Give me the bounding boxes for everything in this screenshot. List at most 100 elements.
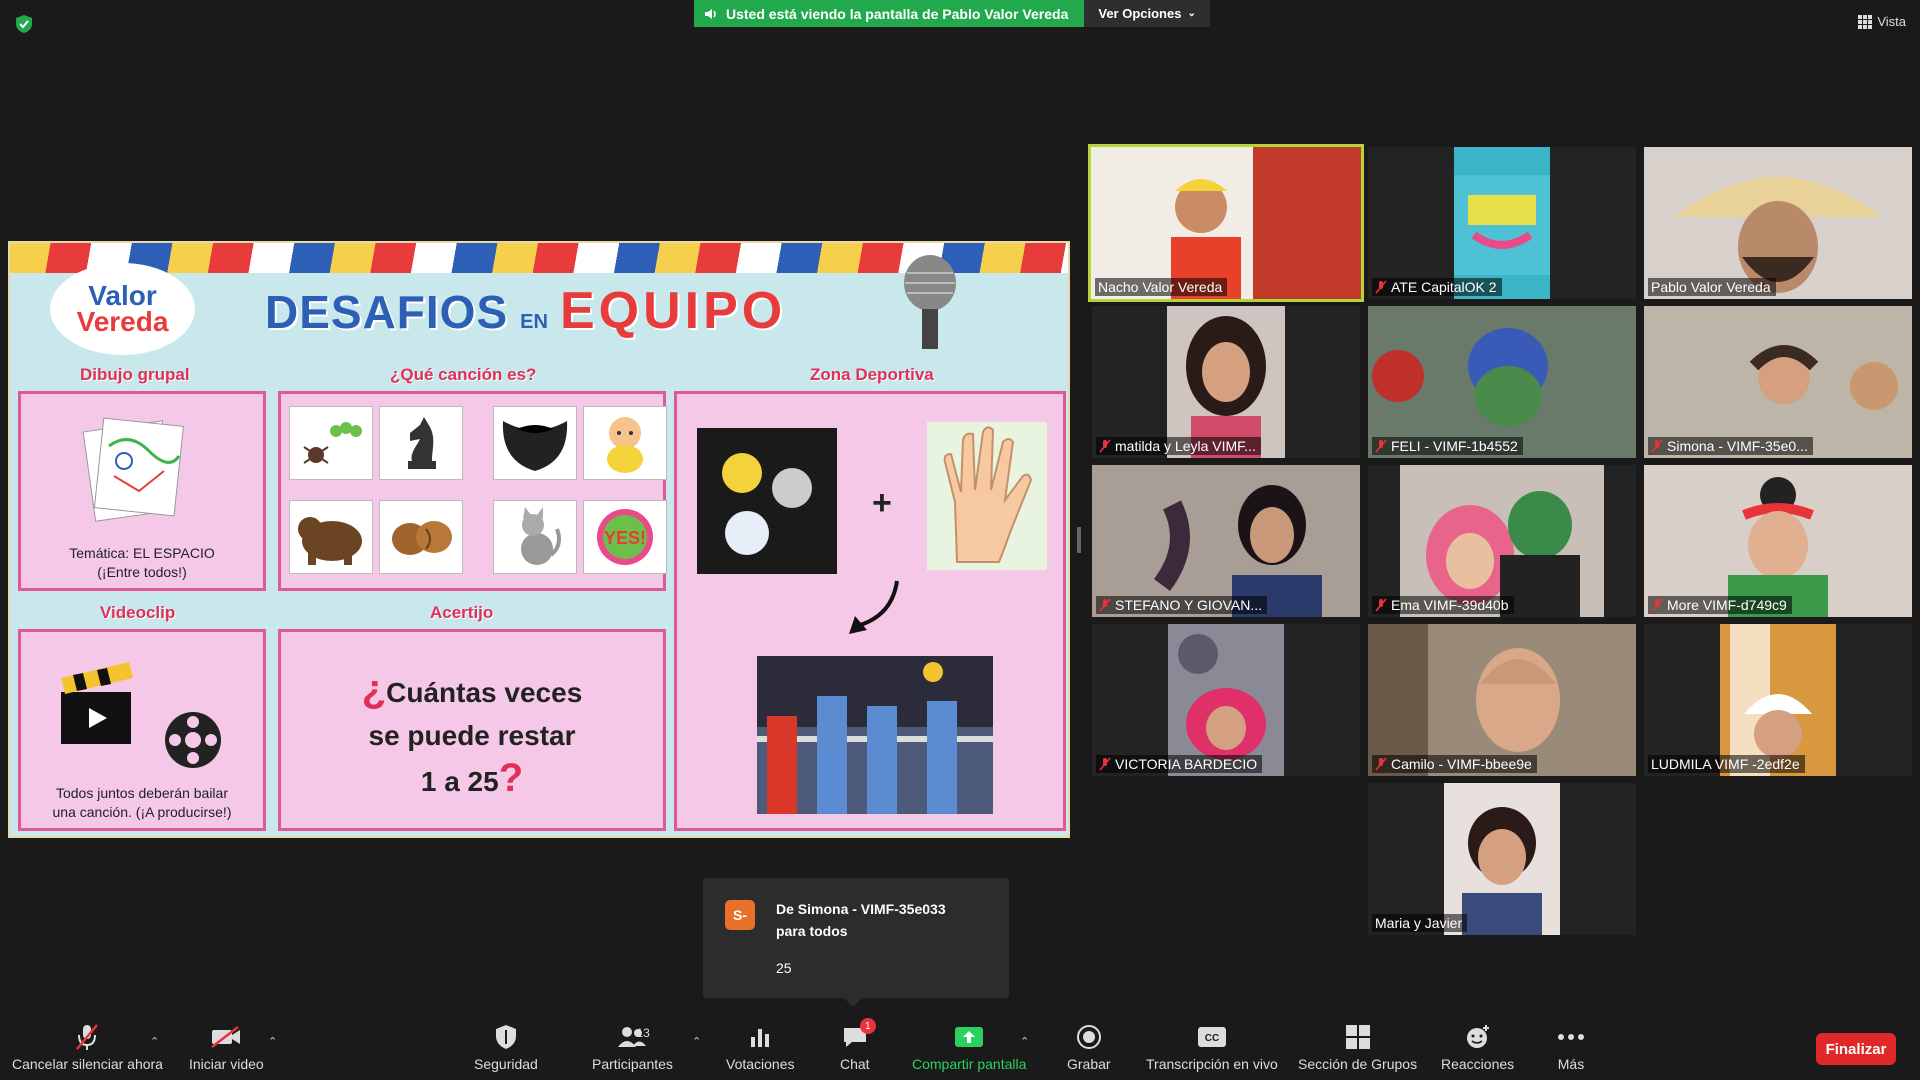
mic-muted-icon — [1651, 598, 1663, 612]
participant-tile[interactable]: Maria y Javier — [1368, 783, 1636, 935]
mic-muted-icon — [1375, 757, 1387, 771]
participant-tile[interactable]: LUDMILA VIMF -2edf2e — [1644, 624, 1912, 776]
drawing-sketch-icon — [82, 417, 184, 522]
participant-tile[interactable]: STEFANO Y GIOVAN... — [1092, 465, 1360, 617]
baby-icon — [583, 406, 667, 480]
microphone-icon — [904, 255, 956, 349]
avatar: S- — [725, 900, 755, 930]
security-button[interactable]: Seguridad — [474, 1022, 538, 1072]
walnut-icon — [379, 500, 463, 574]
share-options-caret[interactable]: ⌃ — [1020, 1026, 1029, 1056]
mic-muted-icon — [1375, 280, 1387, 294]
shared-screen-slide: Valor Vereda DESAFIOS EN EQUIPO Dibujo gr… — [8, 241, 1070, 838]
participant-tile[interactable]: FELI - VIMF-1b4552 — [1368, 306, 1636, 458]
mic-muted-icon — [1651, 439, 1663, 453]
section-label-videoclip: Videoclip — [100, 603, 176, 622]
box-dibujo-grupal: Temática: EL ESPACIO (¡Entre todos!) — [18, 391, 266, 591]
live-transcript-button[interactable]: CC Transcripción en vivo — [1146, 1022, 1278, 1072]
closed-captions-icon: CC — [1197, 1027, 1226, 1047]
speaker-icon — [705, 8, 716, 19]
box-acertijo: ¿Cuántas veces se puede restar 1 a 25? — [278, 629, 666, 831]
box-videoclip: Todos juntos deberán bailar una canción.… — [18, 629, 266, 831]
breakout-rooms-button[interactable]: Sección de Grupos — [1298, 1022, 1417, 1072]
valor-vereda-logo: Valor Vereda — [50, 263, 195, 355]
more-dots-icon — [1558, 1034, 1584, 1040]
share-screen-icon — [955, 1027, 984, 1047]
beard-icon — [493, 406, 577, 480]
chess-knight-icon — [379, 406, 463, 480]
section-label-dibujo: Dibujo grupal — [80, 365, 190, 384]
chevron-up-icon: ⌃ — [268, 1035, 278, 1048]
chat-button[interactable]: 1 Chat — [840, 1018, 876, 1072]
yes-sticker-icon: YES! — [583, 500, 667, 574]
chat-message: 25 — [776, 960, 792, 976]
clapperboard-film-icon — [61, 662, 221, 768]
encryption-shield-icon[interactable] — [14, 14, 34, 34]
participant-tile[interactable]: ATE CapitalOK 2 — [1368, 147, 1636, 299]
share-screen-button[interactable]: Compartir pantalla — [912, 1022, 1026, 1072]
view-button[interactable]: Vista — [1858, 14, 1906, 29]
participants-button[interactable]: 13 Participantes — [592, 1022, 673, 1072]
participants-options-caret[interactable]: ⌃ — [692, 1026, 701, 1056]
chat-notification[interactable]: S- De Simona - VIMF-35e033 para todos 25 — [703, 878, 1009, 1007]
participant-tile[interactable]: Camilo - VIMF-bbee9e — [1368, 624, 1636, 776]
mic-muted-icon — [1099, 757, 1111, 771]
breakout-rooms-icon — [1345, 1025, 1370, 1049]
chat-unread-badge: 1 — [859, 1018, 876, 1034]
riddle-text: ¿Cuántas veces se puede restar 1 a 25? — [361, 667, 583, 800]
view-options-button[interactable]: Ver Opciones ⌄ — [1084, 0, 1210, 27]
zoom-meeting-window: Usted está viendo la pantalla de Pablo V… — [0, 0, 1920, 1080]
box-que-cancion: YES! — [278, 391, 667, 591]
participant-tile[interactable]: VICTORIA BARDECIO — [1092, 624, 1360, 776]
volleyball-photo — [757, 656, 993, 814]
bar-chart-icon — [751, 1029, 770, 1047]
section-label-deportiva: Zona Deportiva — [810, 365, 934, 384]
participant-tile[interactable]: More VIMF-d749c9 — [1644, 465, 1912, 617]
cat-icon — [493, 500, 577, 574]
reactions-button[interactable]: Reacciones — [1441, 1022, 1514, 1072]
audio-options-caret[interactable]: ⌃ — [150, 1026, 159, 1056]
section-label-cancion: ¿Qué canción es? — [390, 365, 537, 384]
participant-tile[interactable]: Ema VIMF-39d40b — [1368, 465, 1636, 617]
more-button[interactable]: Más — [1557, 1022, 1585, 1072]
paper-balls-image — [697, 428, 837, 574]
mic-muted-icon — [76, 1024, 99, 1050]
meeting-toolbar: Cancelar silenciar ahora ⌃ Iniciar video… — [0, 1010, 1920, 1080]
screen-share-banner: Usted está viendo la pantalla de Pablo V… — [694, 0, 1210, 27]
chevron-up-icon: ⌃ — [692, 1035, 702, 1048]
hand-image — [927, 422, 1047, 570]
video-options-caret[interactable]: ⌃ — [268, 1026, 277, 1056]
bear-icon — [289, 500, 373, 574]
record-icon — [1076, 1025, 1101, 1049]
participant-tile[interactable]: Nacho Valor Vereda — [1088, 144, 1364, 302]
end-meeting-button[interactable]: Finalizar — [1816, 1033, 1896, 1065]
mic-muted-icon — [1099, 439, 1111, 453]
curved-arrow-icon — [849, 580, 899, 634]
mic-muted-icon — [1099, 598, 1111, 612]
mic-muted-icon — [1375, 439, 1387, 453]
box-zona-deportiva: + — [674, 391, 1066, 831]
participant-tile[interactable]: Simona - VIMF-35e0... — [1644, 306, 1912, 458]
chevron-down-icon: ⌄ — [1187, 8, 1196, 19]
unmute-button[interactable]: Cancelar silenciar ahora — [12, 1022, 163, 1072]
mic-muted-icon — [1375, 598, 1387, 612]
section-label-acertijo: Acertijo — [430, 603, 494, 622]
shield-icon — [495, 1025, 516, 1049]
svg-text:CC: CC — [1205, 1033, 1219, 1044]
participant-tile[interactable]: Pablo Valor Vereda — [1644, 147, 1912, 299]
record-button[interactable]: Grabar — [1067, 1022, 1111, 1072]
video-off-icon — [211, 1026, 241, 1048]
start-video-button[interactable]: Iniciar video — [189, 1022, 264, 1072]
song-clue-grid: YES! — [289, 406, 667, 574]
slide-title: DESAFIOS EN EQUIPO — [265, 282, 787, 340]
svg-text:YES!: YES! — [604, 528, 646, 548]
grid-icon — [1858, 14, 1873, 29]
smiley-icon — [1466, 1025, 1489, 1048]
polls-button[interactable]: Votaciones — [726, 1022, 795, 1072]
participant-tile[interactable]: matilda y Leyla VIMF... — [1092, 306, 1360, 458]
panel-resize-handle[interactable] — [1077, 527, 1081, 553]
chevron-up-icon: ⌃ — [1020, 1035, 1030, 1048]
share-message: Usted está viendo la pantalla de Pablo V… — [694, 0, 1085, 27]
chat-sender: De Simona - VIMF-35e033 para todos — [776, 901, 946, 939]
chevron-up-icon: ⌃ — [150, 1035, 160, 1048]
